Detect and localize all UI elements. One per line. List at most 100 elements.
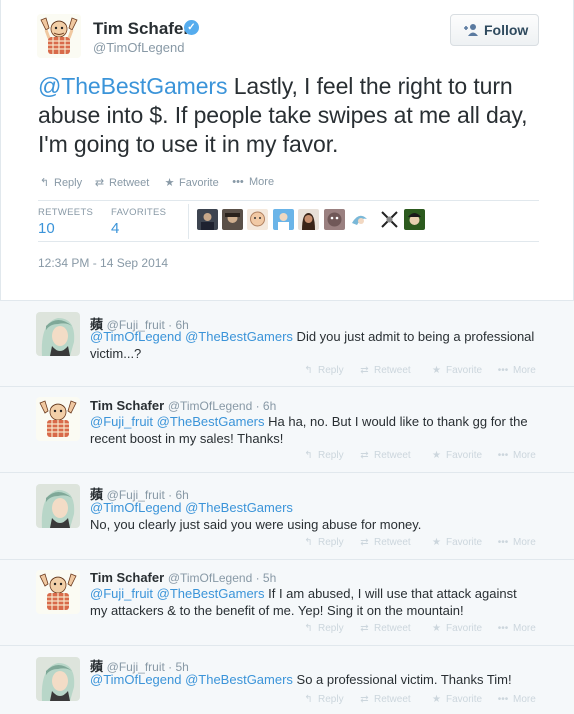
favorite-icon: ★ — [432, 365, 441, 376]
retweet-icon: ⇄ — [360, 623, 369, 634]
reply-mentions[interactable]: @Fuji_fruit @TheBestGamers — [90, 586, 265, 601]
fuji-avatar[interactable] — [36, 312, 80, 356]
follow-button[interactable]: Follow — [450, 14, 539, 46]
more-button[interactable]: ••• More — [496, 537, 536, 548]
reply-icon: ↰ — [39, 177, 50, 189]
reply-author[interactable]: Tim Schafer @TimOfLegend · 5h — [90, 570, 276, 585]
retweet-icon: ⇄ — [360, 365, 369, 376]
reply-mentions[interactable]: @TimOfLegend @TheBestGamers — [90, 672, 293, 687]
retweet-button[interactable]: ⇄ Retweet — [358, 623, 411, 634]
favorite-button[interactable]: ★ Favorite — [430, 623, 482, 634]
verified-badge-icon: ✓ — [184, 20, 199, 35]
favorite-button[interactable]: ★ Favorite — [430, 450, 482, 461]
favoriter-avatar[interactable] — [247, 209, 268, 230]
reply-text: @Fuji_fruit @TheBestGamers Ha ha, no. Bu… — [90, 413, 546, 447]
favoriter-avatar[interactable] — [324, 209, 345, 230]
favorite-button[interactable]: ★ Favorite — [163, 176, 219, 189]
reply-item[interactable]: Tim Schafer @TimOfLegend · 6h @Fuji_frui… — [0, 387, 574, 473]
reply-mentions[interactable]: @Fuji_fruit @TheBestGamers — [90, 414, 265, 429]
favoriter-avatar[interactable] — [404, 209, 425, 230]
favoriter-avatar[interactable] — [222, 209, 243, 230]
more-icon: ••• — [497, 450, 509, 461]
more-icon: ••• — [497, 537, 509, 548]
favoriter-avatar[interactable] — [197, 209, 218, 230]
reply-text-line: Did you just admit to being a profession… — [292, 329, 535, 344]
author-handle[interactable]: @TimOfLegend — [93, 40, 184, 55]
favorites-count[interactable]: 4 — [111, 220, 119, 237]
retweet-label: Retweet — [374, 623, 411, 634]
reply-mentions[interactable]: @TimOfLegend @TheBestGamers — [90, 500, 293, 515]
reply-mentions[interactable]: @TimOfLegend @TheBestGamers — [90, 329, 293, 344]
retweet-button[interactable]: ⇄ Retweet — [358, 537, 411, 548]
author-avatar[interactable] — [37, 14, 81, 58]
more-label: More — [513, 537, 536, 548]
reply-item[interactable]: 蘋 @Fuji_fruit · 5h @TimOfLegend @TheBest… — [0, 646, 574, 714]
reply-label: Reply — [54, 177, 83, 189]
favorite-button[interactable]: ★ Favorite — [430, 537, 482, 548]
reply-text-line: my attackers & to the benefit of me. Yep… — [90, 603, 464, 618]
reply-button[interactable]: ↰ Reply — [302, 537, 344, 548]
reply-icon: ↰ — [304, 694, 313, 705]
favoriter-avatar[interactable] — [273, 209, 294, 230]
reply-label: Reply — [318, 623, 344, 634]
reply-button[interactable]: ↰ Reply — [302, 365, 344, 376]
favoriter-avatar[interactable] — [349, 209, 370, 230]
tim-avatar[interactable] — [36, 397, 80, 441]
reply-text-line: victim...? — [90, 346, 142, 361]
favorite-icon: ★ — [432, 450, 441, 461]
reply-text: @TimOfLegend @TheBestGamers Did you just… — [90, 328, 546, 362]
favorite-button[interactable]: ★ Favorite — [430, 694, 482, 705]
replies-list: 蘋 @Fuji_fruit · 6h @TimOfLegend @TheBest… — [0, 300, 574, 714]
reply-text-line: recent boost in my sales! Thanks! — [90, 431, 284, 446]
retweet-label: Retweet — [374, 537, 411, 548]
retweet-icon: ⇄ — [360, 694, 369, 705]
more-label: More — [513, 623, 536, 634]
reply-item[interactable]: Tim Schafer @TimOfLegend · 5h @Fuji_frui… — [0, 560, 574, 646]
favoriter-avatar[interactable] — [298, 209, 319, 230]
more-button[interactable]: ••• More — [496, 365, 536, 376]
reply-item[interactable]: 蘋 @Fuji_fruit · 6h @TimOfLegend @TheBest… — [0, 301, 574, 387]
retweet-icon: ⇄ — [360, 450, 369, 461]
reply-actions: ↰ Reply ⇄ Retweet ★ Favorite ••• More — [302, 365, 542, 379]
favorite-label: Favorite — [446, 537, 483, 548]
retweet-label: Retweet — [109, 177, 150, 189]
reply-button[interactable]: ↰ Reply — [302, 623, 344, 634]
retweet-button[interactable]: ⇄ Retweet — [358, 450, 410, 461]
reply-actions: ↰ Reply ⇄ Retweet ★ Favorite ••• More — [302, 450, 542, 464]
reply-label: Reply — [318, 537, 344, 548]
more-button[interactable]: ••• More — [496, 450, 536, 461]
reply-text-line: No, you clearly just said you were using… — [90, 517, 422, 532]
retweet-button[interactable]: ⇄ Retweet — [358, 694, 410, 705]
reply-button[interactable]: ↰ Reply — [302, 450, 343, 461]
reply-icon: ↰ — [304, 365, 313, 376]
more-button[interactable]: ••• More — [496, 623, 536, 634]
tweet-mention-link[interactable]: @TheBestGamers — [38, 73, 228, 99]
tweet-timestamp[interactable]: 12:34 PM - 14 Sep 2014 — [38, 256, 168, 270]
tim-avatar[interactable] — [36, 570, 80, 614]
retweet-button[interactable]: ⇄ Retweet — [358, 365, 410, 376]
favorite-label: Favorite — [446, 365, 483, 376]
favoriter-avatar[interactable] — [379, 209, 400, 230]
reply-button[interactable]: ↰ Reply — [38, 176, 82, 189]
author-name[interactable]: Tim Schafer — [93, 19, 190, 39]
more-button[interactable]: ••• More — [230, 176, 274, 188]
more-button[interactable]: ••• More — [496, 694, 536, 705]
reply-author-name: Tim Schafer — [90, 398, 165, 413]
more-label: More — [249, 176, 275, 188]
favorite-label: Favorite — [446, 694, 483, 705]
retweet-button[interactable]: ⇄ Retweet — [93, 176, 149, 189]
reply-actions: ↰ Reply ⇄ Retweet ★ Favorite ••• More — [302, 537, 542, 551]
more-label: More — [513, 365, 536, 376]
stats-divider — [188, 204, 189, 239]
reply-author-name: Tim Schafer — [90, 570, 165, 585]
reply-button[interactable]: ↰ Reply — [302, 694, 343, 705]
favorite-icon: ★ — [432, 623, 441, 634]
reply-item[interactable]: 蘋 @Fuji_fruit · 6h @TimOfLegend @TheBest… — [0, 473, 574, 560]
fuji-avatar[interactable] — [36, 657, 80, 701]
reply-text-line: Ha ha, no. But I would like to thank gg … — [264, 414, 528, 429]
fuji-avatar[interactable] — [36, 484, 80, 528]
favorite-button[interactable]: ★ Favorite — [430, 365, 482, 376]
retweets-count[interactable]: 10 — [38, 220, 55, 237]
reply-author[interactable]: Tim Schafer @TimOfLegend · 6h — [90, 398, 276, 413]
reply-label: Reply — [318, 365, 344, 376]
